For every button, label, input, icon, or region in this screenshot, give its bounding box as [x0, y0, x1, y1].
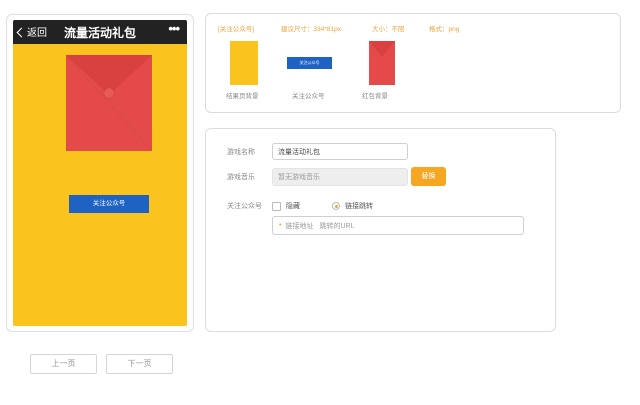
phone-preview: 返回 流量活动礼包 ••• 关注公众号 [6, 14, 194, 332]
hide-checkbox[interactable] [272, 201, 281, 211]
preview-title: 流量活动礼包 [63, 26, 136, 40]
preview-nav-bar: 返回 流量活动礼包 ••• [13, 20, 187, 44]
asset-size-hint: 建议尺寸：334*81px [281, 26, 341, 33]
follow-account-label: 关注公众号 [227, 203, 262, 210]
settings-form: 游戏名称 流量活动礼包 游戏音乐 暂无游戏音乐 替换 关注公众号 隐藏 链接跳转… [205, 128, 556, 332]
thumb-follow-button[interactable]: 关注公众号 [287, 57, 332, 69]
link-option[interactable]: 链接跳转 [332, 201, 373, 211]
replace-music-button[interactable]: 替换 [411, 167, 446, 186]
caption-follow-account: 关注公众号 [292, 93, 325, 100]
thumb-result-background[interactable] [230, 41, 258, 85]
asset-panel: [关注公众号] 建议尺寸：334*81px 大小：不限 格式：png 关注公众号… [205, 13, 621, 113]
next-page-button[interactable]: 下一页 [106, 354, 173, 374]
game-name-input[interactable]: 流量活动礼包 [272, 143, 408, 160]
asset-filesize-hint: 大小：不限 [372, 26, 405, 33]
game-music-label: 游戏音乐 [227, 174, 255, 181]
thumb-red-envelope[interactable] [369, 41, 395, 85]
more-icon[interactable]: ••• [168, 21, 180, 36]
hide-option[interactable]: 隐藏 [272, 201, 300, 211]
link-url-input[interactable]: • 链接地址 跳转的URL [272, 216, 524, 235]
required-marker: • [279, 222, 282, 229]
red-envelope-image[interactable] [66, 55, 152, 151]
prev-page-button[interactable]: 上一页 [30, 354, 97, 374]
game-name-label: 游戏名称 [227, 149, 255, 156]
game-music-input: 暂无游戏音乐 [272, 168, 408, 186]
url-placeholder: 跳转的URL [319, 222, 355, 230]
url-field-label: 链接地址 [285, 222, 314, 230]
caption-result-background: 结果页背景 [226, 93, 259, 100]
asset-format-hint: 格式：png [429, 26, 460, 33]
link-radio[interactable] [332, 202, 340, 210]
follow-account-button[interactable]: 关注公众号 [69, 195, 149, 213]
caption-envelope-background: 红包背景 [362, 93, 388, 100]
envelope-seal [104, 88, 114, 98]
preview-screen: 返回 流量活动礼包 ••• 关注公众号 [13, 20, 187, 326]
asset-section-label: [关注公众号] [218, 26, 255, 33]
